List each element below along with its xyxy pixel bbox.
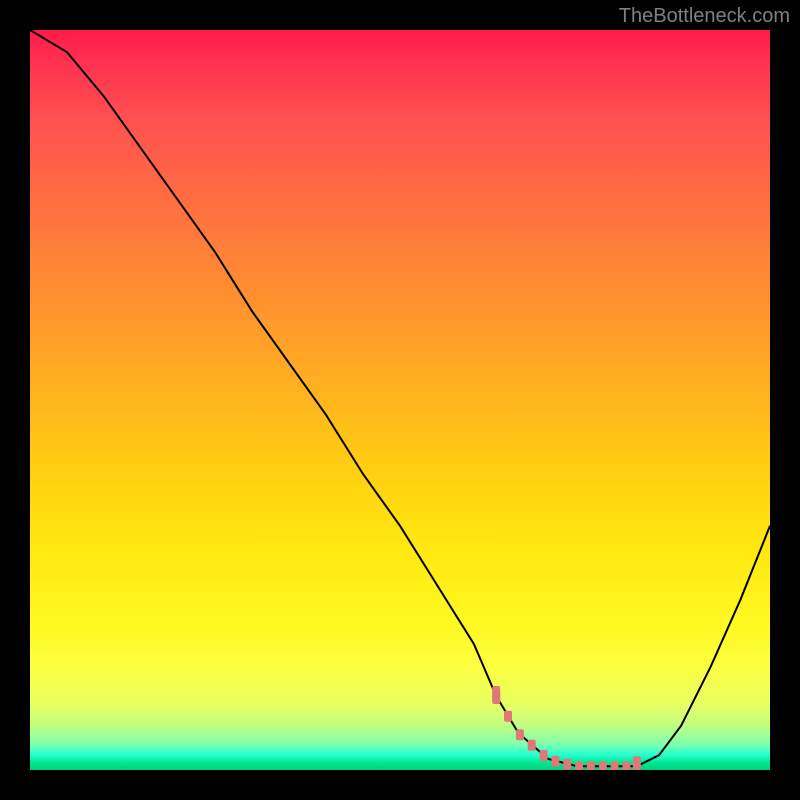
watermark-text: TheBottleneck.com — [619, 5, 790, 28]
plot-area — [30, 30, 770, 770]
curve-layer — [30, 30, 770, 770]
bottleneck-curve — [30, 30, 770, 766]
